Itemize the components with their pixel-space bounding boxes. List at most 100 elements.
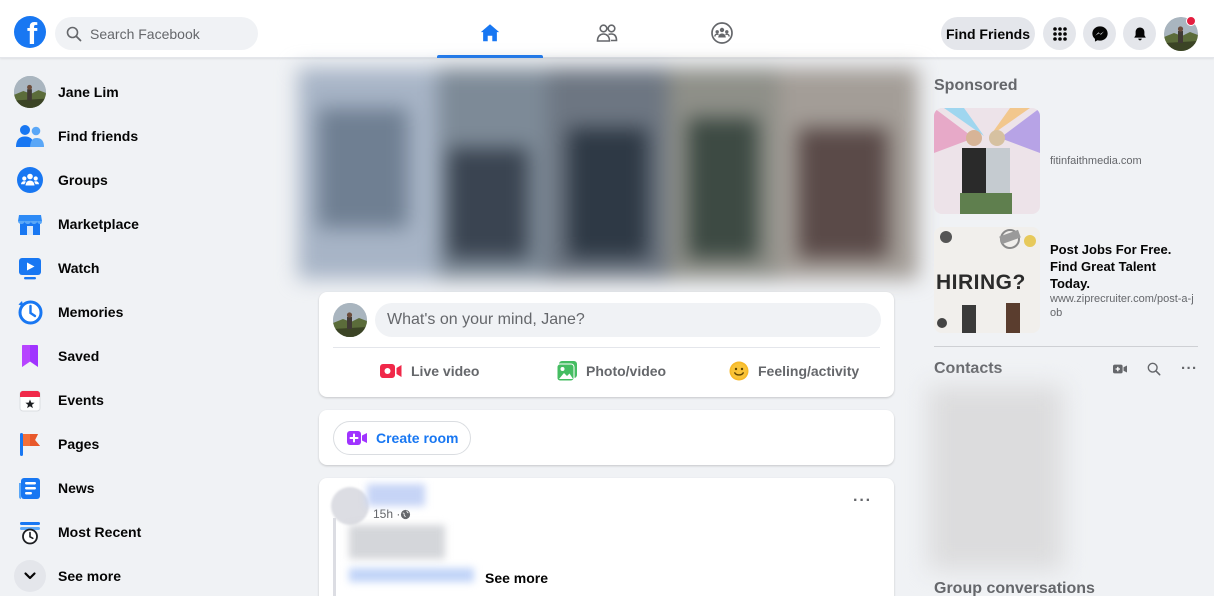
- groups-icon: [711, 22, 733, 44]
- sidebar-item-label: Jane Lim: [58, 84, 119, 100]
- facebook-logo[interactable]: f: [14, 16, 46, 48]
- see-more-circle: [14, 560, 46, 592]
- feeling-activity-label: Feeling/activity: [758, 363, 860, 379]
- home-icon: [480, 24, 500, 42]
- ad-photo-image: [934, 108, 1040, 214]
- sidebar-item-label: Pages: [58, 436, 100, 452]
- sidebar-item-pages[interactable]: Pages: [0, 422, 290, 466]
- create-room-button[interactable]: Create room: [333, 421, 472, 455]
- search-icon: [66, 26, 82, 41]
- sidebar-item-label: Groups: [58, 172, 108, 188]
- globe-icon: [401, 509, 411, 519]
- create-room-label: Create room: [376, 430, 459, 446]
- avatar: [14, 76, 46, 108]
- search-icon: [1147, 362, 1161, 376]
- composer-avatar[interactable]: [333, 303, 367, 337]
- avatar: [333, 303, 367, 337]
- sidebar-item-label: Marketplace: [58, 216, 139, 232]
- divider: [333, 347, 880, 348]
- news-icon: [14, 472, 46, 504]
- avatar-photo-icon: [14, 76, 46, 108]
- post-timestamp[interactable]: 15h ·: [373, 507, 411, 521]
- see-more-link[interactable]: See more: [485, 570, 548, 586]
- tab-home[interactable]: [437, 10, 543, 58]
- ad-meta: fitinfaithmedia.com: [1050, 108, 1142, 214]
- whats-on-your-mind-input[interactable]: What's on your mind, Jane?: [375, 303, 881, 337]
- post-link-blurred[interactable]: [349, 568, 474, 582]
- post-time-label: 15h ·: [373, 507, 401, 521]
- sidebar-item-memories[interactable]: Memories: [0, 290, 290, 334]
- search-box[interactable]: [55, 17, 258, 50]
- left-sidebar: Jane Lim Find friends Groups Marketplace…: [0, 70, 290, 596]
- watch-icon: [14, 252, 46, 284]
- tab-friends[interactable]: [554, 10, 660, 56]
- new-room-button[interactable]: [1113, 362, 1127, 380]
- sidebar-item-label: See more: [58, 568, 122, 584]
- sidebar-item-label: Memories: [58, 304, 124, 320]
- post-more-options-icon[interactable]: ···: [853, 492, 872, 510]
- sidebar-item-watch[interactable]: Watch: [0, 246, 290, 290]
- sidebar-item-find-friends[interactable]: Find friends: [0, 114, 290, 158]
- sidebar-item-label: Events: [58, 392, 104, 408]
- messenger-button[interactable]: [1083, 17, 1116, 50]
- video-camera-plus-icon: [1113, 364, 1127, 374]
- sidebar-item-saved[interactable]: Saved: [0, 334, 290, 378]
- feeling-icon: [729, 361, 749, 381]
- sidebar-item-events[interactable]: Events: [0, 378, 290, 422]
- live-video-icon: [380, 364, 402, 378]
- sidebar-item-most-recent[interactable]: Most Recent: [0, 510, 290, 554]
- facebook-logo-letter: f: [26, 16, 38, 48]
- chevron-down-icon: [14, 560, 46, 592]
- live-video-button[interactable]: Live video: [379, 354, 479, 388]
- sidebar-item-label: Saved: [58, 348, 100, 364]
- notification-badge: [1186, 16, 1196, 26]
- saved-icon: [14, 340, 46, 372]
- notifications-button[interactable]: [1123, 17, 1156, 50]
- search-contacts-button[interactable]: [1147, 362, 1161, 381]
- feeling-activity-button[interactable]: Feeling/activity: [728, 354, 859, 388]
- sidebar-item-news[interactable]: News: [0, 466, 290, 510]
- post-text-blurred: [349, 525, 445, 559]
- menu-grid-icon: [1052, 26, 1067, 41]
- sidebar-item-label: Find friends: [58, 128, 139, 144]
- ad-thumbnail: HIRING?: [934, 227, 1040, 333]
- ad-fitinfaithmedia[interactable]: fitinfaithmedia.com: [934, 108, 1199, 214]
- ad-thumbnail: [934, 108, 1040, 214]
- sidebar-item-groups[interactable]: Groups: [0, 158, 290, 202]
- most-recent-icon: [14, 516, 46, 548]
- rooms-card: Create room: [319, 410, 894, 465]
- tab-groups[interactable]: [669, 10, 775, 56]
- contacts-options-icon[interactable]: ···: [1181, 360, 1198, 377]
- photo-video-icon: [556, 361, 577, 382]
- ad-ziprecruiter[interactable]: HIRING? Post Jobs For Free. Find Great T…: [934, 227, 1199, 333]
- group-conversations-heading: Group conversations: [934, 580, 1095, 596]
- stories-banner-blurred[interactable]: [298, 68, 918, 279]
- sidebar-item-label: Watch: [58, 260, 100, 276]
- memories-icon: [14, 296, 46, 328]
- sidebar-item-marketplace[interactable]: Marketplace: [0, 202, 290, 246]
- sidebar-item-see-more[interactable]: See more: [0, 554, 290, 596]
- menu-button[interactable]: [1043, 17, 1076, 50]
- marketplace-icon: [14, 208, 46, 240]
- find-friends-button[interactable]: Find Friends: [941, 17, 1035, 50]
- live-video-label: Live video: [411, 363, 480, 379]
- create-room-icon: [347, 431, 367, 445]
- photo-video-button[interactable]: Photo/video: [556, 354, 666, 388]
- avatar-photo-icon: [333, 303, 367, 337]
- post-composer: What's on your mind, Jane? Live video Ph…: [319, 292, 894, 397]
- ad-title: Post Jobs For Free. Find Great Talent To…: [1050, 241, 1172, 291]
- bell-icon: [1133, 27, 1146, 40]
- ad-url: fitinfaithmedia.com: [1050, 155, 1142, 167]
- groups-icon: [14, 164, 46, 196]
- pages-icon: [14, 428, 46, 460]
- messenger-icon: [1091, 25, 1108, 42]
- ad-url: www.ziprecruiter.com/post-a-job: [1050, 292, 1194, 319]
- ad-meta: Post Jobs For Free. Find Great Talent To…: [1050, 227, 1199, 333]
- sidebar-item-profile[interactable]: Jane Lim: [0, 70, 290, 114]
- search-input[interactable]: [90, 25, 240, 42]
- contacts-list-blurred[interactable]: [928, 386, 1063, 570]
- sidebar-item-label: News: [58, 480, 95, 496]
- post-author-name-blurred[interactable]: [367, 484, 425, 506]
- ad-hiring-text: HIRING?: [936, 271, 1026, 294]
- post-author-avatar[interactable]: [331, 487, 369, 525]
